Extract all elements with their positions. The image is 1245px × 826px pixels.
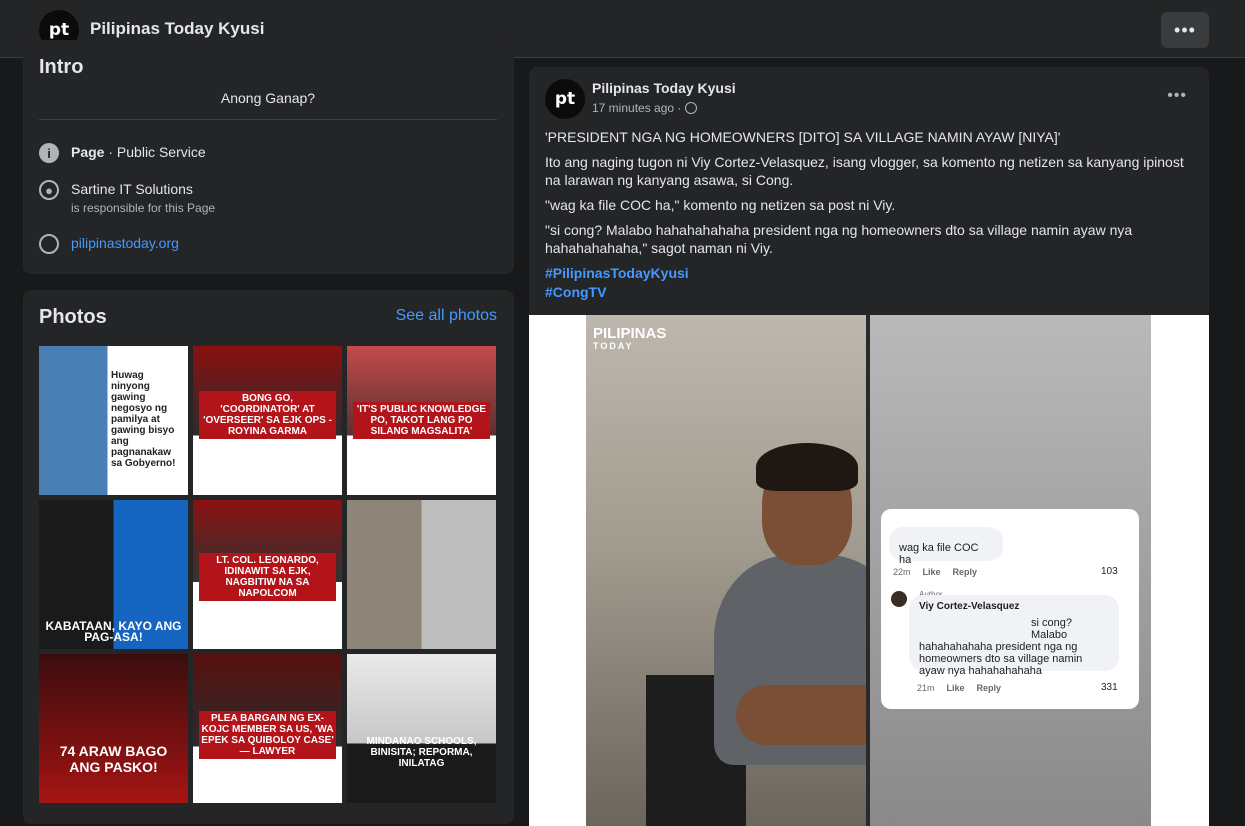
photo-thumb[interactable]	[347, 500, 496, 649]
photo-caption: LT. COL. LEONARDO, IDINAWIT SA EJK, NAGB…	[199, 553, 336, 601]
photos-title: Photos	[39, 306, 107, 328]
person-hair-shape	[756, 443, 858, 491]
photo-caption: 74 ARAW BAGO ANG PASKO!	[59, 743, 168, 775]
intro-website-row: pilipinastoday.org	[39, 234, 179, 254]
photo-thumb[interactable]: KABATAAN, KAYO ANG PAG-ASA!	[39, 500, 188, 649]
post-paragraph: "wag ka file COC ha," komento ng netizen…	[545, 197, 896, 213]
photo-caption: KABATAAN, KAYO ANG PAG-ASA!	[45, 619, 182, 644]
post-headline: 'PRESIDENT NGA NG HOMEOWNERS [DITO] SA V…	[545, 129, 1061, 145]
pt-logo-icon: pt	[554, 89, 576, 109]
post-paragraph: Ito ang naging tugon ni Viy Cortez-Velas…	[545, 154, 1184, 188]
post-more-button[interactable]: •••	[1167, 87, 1187, 105]
info-icon: i	[39, 143, 59, 163]
intro-card: Intro Anong Ganap? i Page · Public Servi…	[23, 40, 514, 274]
more-options-button[interactable]: •••	[1161, 12, 1209, 48]
photo-caption: MINDANAO SCHOOLS, BINISITA; REPORMA, INI…	[366, 736, 477, 769]
photo-thumb[interactable]: Huwag ninyong gawing negosyo ng pamilya …	[39, 346, 188, 495]
post-author-avatar[interactable]: pt	[545, 79, 585, 119]
photo-thumb[interactable]: BONG GO, 'COORDINATOR' AT 'OVERSEER' SA …	[193, 346, 342, 495]
photo-thumb[interactable]: MINDANAO SCHOOLS, BINISITA; REPORMA, INI…	[347, 654, 496, 803]
post-body: 'PRESIDENT NGA NG HOMEOWNERS [DITO] SA V…	[545, 128, 1195, 302]
intro-manager-row: ● Sartine IT Solutions is responsible fo…	[39, 180, 215, 215]
manager-sub: is responsible for this Page	[71, 201, 216, 215]
hashtag-link[interactable]: #CongTV	[545, 283, 1195, 302]
comment-time: 22m	[893, 567, 911, 577]
comment-like: Like	[946, 683, 965, 693]
photo-caption: BONG GO, 'COORDINATOR' AT 'OVERSEER' SA …	[199, 391, 336, 439]
comment-meta: 22m Like Reply	[893, 567, 977, 577]
globe-icon	[39, 234, 59, 254]
website-link[interactable]: pilipinastoday.org	[71, 234, 179, 253]
category-label: Page	[71, 144, 105, 160]
post-paragraph: "si cong? Malabo hahahahahaha president …	[545, 222, 1133, 256]
photo-thumb[interactable]: LT. COL. LEONARDO, IDINAWIT SA EJK, NAGB…	[193, 500, 342, 649]
comment-time: 21m	[917, 683, 935, 693]
photo-left-panel	[586, 315, 904, 826]
manager-name: Sartine IT Solutions	[71, 181, 193, 197]
post-timestamp[interactable]: 17 minutes ago ·	[592, 101, 698, 115]
comment-text: si cong? Malabo	[1031, 617, 1072, 641]
post-card: pt Pilipinas Today Kyusi 17 minutes ago …	[529, 67, 1209, 826]
photos-card: Photos See all photos Huwag ninyong gawi…	[23, 290, 514, 824]
comment-meta: 21m Like Reply	[917, 683, 1001, 693]
comment-reply: Reply	[976, 683, 1002, 693]
reaction-count: 331	[1101, 682, 1118, 693]
comment-bubble: Viy Cortez-Velasquez si cong? Malabo hah…	[909, 595, 1119, 677]
brand-watermark: PILIPINAS TODAY	[593, 326, 666, 353]
profile-shield-icon: ●	[39, 180, 59, 200]
intro-category-row: i Page · Public Service	[39, 143, 206, 163]
comment-reply: Reply	[952, 567, 978, 577]
divider	[39, 119, 497, 120]
post-time-text: 17 minutes ago ·	[592, 101, 682, 115]
header-page-name[interactable]: Pilipinas Today Kyusi	[90, 19, 264, 39]
reaction-count: 103	[1101, 566, 1118, 577]
category-value[interactable]: Public Service	[117, 144, 206, 160]
post-author-name[interactable]: Pilipinas Today Kyusi	[592, 80, 736, 96]
photo-thumb[interactable]: 74 ARAW BAGO ANG PASKO!	[39, 654, 188, 803]
photo-caption: Huwag ninyong gawing negosyo ng pamilya …	[111, 370, 176, 469]
comment-text: hahahahahaha president nga ng homeowners…	[919, 641, 1083, 677]
pt-logo-icon: pt	[48, 20, 70, 40]
hashtag-link[interactable]: #PilipinasTodayKyusi	[545, 264, 1195, 283]
avatar	[891, 591, 907, 607]
photo-thumb[interactable]: 'IT'S PUBLIC KNOWLEDGE PO, TAKOT LANG PO…	[347, 346, 496, 495]
photo-grid: Huwag ninyong gawing negosyo ng pamilya …	[39, 346, 496, 803]
intro-title: Intro	[39, 56, 84, 78]
globe-icon	[685, 102, 698, 114]
more-horizontal-icon: •••	[1167, 87, 1187, 104]
post-image[interactable]: PILIPINAS TODAY wag ka file COC ha 22m Li…	[529, 315, 1209, 826]
comment-author: Viy Cortez-Velasquez	[919, 601, 1020, 612]
photo-caption: PLEA BARGAIN NG EX-KOJC MEMBER SA US, 'W…	[199, 711, 336, 759]
see-all-photos-link[interactable]: See all photos	[396, 307, 497, 325]
comment-bubble: wag ka file COC ha	[889, 527, 1003, 566]
photo-thumb[interactable]: PLEA BARGAIN NG EX-KOJC MEMBER SA US, 'W…	[193, 654, 342, 803]
comment-screenshot: wag ka file COC ha 22mLikeReply 103 Auth…	[881, 509, 1139, 709]
comment-like: Like	[922, 567, 941, 577]
more-horizontal-icon: •••	[1174, 19, 1196, 40]
comment-text: wag ka file COC ha	[899, 542, 979, 566]
intro-bio: Anong Ganap?	[220, 90, 316, 106]
photo-caption: 'IT'S PUBLIC KNOWLEDGE PO, TAKOT LANG PO…	[353, 402, 490, 439]
